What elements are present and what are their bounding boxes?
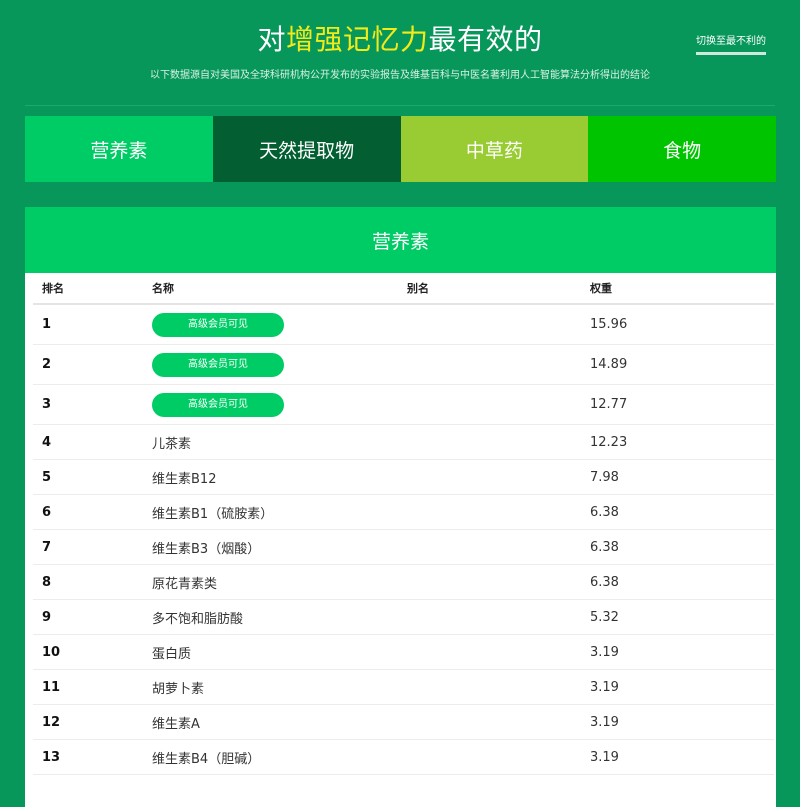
row-rank: 12 — [33, 704, 143, 740]
page-subtitle: 以下数据源自对美国及全球科研机构公开发布的实验报告及维基百科与中医名著利用人工智… — [150, 70, 650, 81]
table-row: 2 高级会员可见 14.89 — [33, 344, 774, 385]
row-weight: 7.98 — [581, 459, 774, 495]
row-weight: 3.19 — [581, 634, 774, 670]
table-row: 4 儿茶素 12.23 — [33, 424, 774, 460]
tab-nutrients[interactable]: 营养素 — [25, 116, 213, 182]
row-rank: 5 — [33, 459, 143, 495]
row-weight: 3.19 — [581, 704, 774, 740]
row-weight: 6.38 — [581, 529, 774, 565]
row-rank: 2 — [33, 344, 143, 385]
column-header-rank: 排名 — [33, 273, 143, 305]
row-rank: 8 — [33, 564, 143, 600]
row-alias — [398, 344, 581, 385]
column-header-name: 名称 — [143, 273, 398, 305]
row-rank: 9 — [33, 599, 143, 635]
row-name: 原花青素类 — [143, 564, 398, 600]
table-row: 6 维生素B1（硫胺素） 6.38 — [33, 494, 774, 530]
page-header: 对增强记忆力最有效的 以下数据源自对美国及全球科研机构公开发布的实验报告及维基百… — [25, 0, 775, 106]
row-alias — [398, 424, 581, 460]
row-rank: 6 — [33, 494, 143, 530]
row-weight: 14.89 — [581, 344, 774, 385]
column-header-weight: 权重 — [581, 273, 774, 305]
table-row: 5 维生素B12 7.98 — [33, 459, 774, 495]
table-row: 10 蛋白质 3.19 — [33, 634, 774, 670]
row-alias — [398, 704, 581, 740]
row-weight: 6.38 — [581, 494, 774, 530]
table-row: 8 原花青素类 6.38 — [33, 564, 774, 600]
table-row: 7 维生素B3（烟酸） 6.38 — [33, 529, 774, 565]
row-alias — [398, 494, 581, 530]
category-tabs: 营养素 天然提取物 中草药 食物 — [25, 116, 776, 182]
row-weight: 5.32 — [581, 599, 774, 635]
row-rank: 3 — [33, 384, 143, 425]
title-highlight: 增强记忆力 — [285, 23, 429, 56]
row-weight: 12.77 — [581, 384, 774, 425]
tab-chinese-herbs[interactable]: 中草药 — [400, 116, 589, 182]
table-row: 9 多不饱和脂肪酸 5.32 — [33, 599, 774, 635]
row-name-cell: 高级会员可见 — [143, 344, 398, 385]
row-alias — [398, 634, 581, 670]
premium-member-only-button[interactable]: 高级会员可见 — [152, 312, 284, 337]
row-name: 维生素B12 — [143, 459, 398, 495]
table-row: 13 维生素B4（胆碱） 3.19 — [33, 739, 774, 775]
title-suffix: 最有效的 — [428, 23, 543, 56]
row-rank: 4 — [33, 424, 143, 460]
ranking-table: 排名 名称 别名 权重 1 高级会员可见 15.96 2 高级会员可见 14.8… — [33, 273, 774, 775]
tab-foods[interactable]: 食物 — [588, 116, 776, 182]
row-alias — [398, 304, 581, 345]
row-alias — [398, 739, 581, 775]
premium-member-only-button[interactable]: 高级会员可见 — [152, 352, 284, 377]
row-weight: 6.38 — [581, 564, 774, 600]
row-alias — [398, 384, 581, 425]
row-rank: 10 — [33, 634, 143, 670]
row-rank: 11 — [33, 669, 143, 705]
row-name-cell: 高级会员可见 — [143, 304, 398, 345]
page-title: 对增强记忆力最有效的 — [25, 18, 775, 58]
row-alias — [398, 669, 581, 705]
row-name: 胡萝卜素 — [143, 669, 398, 705]
row-name: 儿茶素 — [143, 424, 398, 460]
ranking-panel: 营养素 排名 名称 别名 权重 1 高级会员可见 15.96 2 高级会员可见 — [25, 207, 776, 807]
table-header-row: 排名 名称 别名 权重 — [33, 273, 774, 305]
row-alias — [398, 459, 581, 495]
row-alias — [398, 599, 581, 635]
row-weight: 12.23 — [581, 424, 774, 460]
row-name-cell: 高级会员可见 — [143, 384, 398, 425]
row-rank: 13 — [33, 739, 143, 775]
row-name: 蛋白质 — [143, 634, 398, 670]
tab-natural-extracts[interactable]: 天然提取物 — [212, 116, 401, 182]
table-row: 3 高级会员可见 12.77 — [33, 384, 774, 425]
row-rank: 7 — [33, 529, 143, 565]
switch-to-unfavorable-link[interactable]: 切换至最不利的 — [696, 32, 766, 55]
row-name: 维生素B3（烟酸） — [143, 529, 398, 565]
row-name: 维生素B1（硫胺素） — [143, 494, 398, 530]
table-row: 11 胡萝卜素 3.19 — [33, 669, 774, 705]
title-prefix: 对 — [257, 23, 286, 56]
row-name: 维生素A — [143, 704, 398, 740]
row-weight: 3.19 — [581, 739, 774, 775]
panel-title: 营养素 — [25, 207, 776, 273]
premium-member-only-button[interactable]: 高级会员可见 — [152, 392, 284, 417]
row-rank: 1 — [33, 304, 143, 345]
row-name: 多不饱和脂肪酸 — [143, 599, 398, 635]
table-row: 1 高级会员可见 15.96 — [33, 304, 774, 345]
row-weight: 15.96 — [581, 304, 774, 345]
row-weight: 3.19 — [581, 669, 774, 705]
table-row: 12 维生素A 3.19 — [33, 704, 774, 740]
row-name: 维生素B4（胆碱） — [143, 739, 398, 775]
column-header-alias: 别名 — [398, 273, 581, 305]
row-alias — [398, 529, 581, 565]
row-alias — [398, 564, 581, 600]
